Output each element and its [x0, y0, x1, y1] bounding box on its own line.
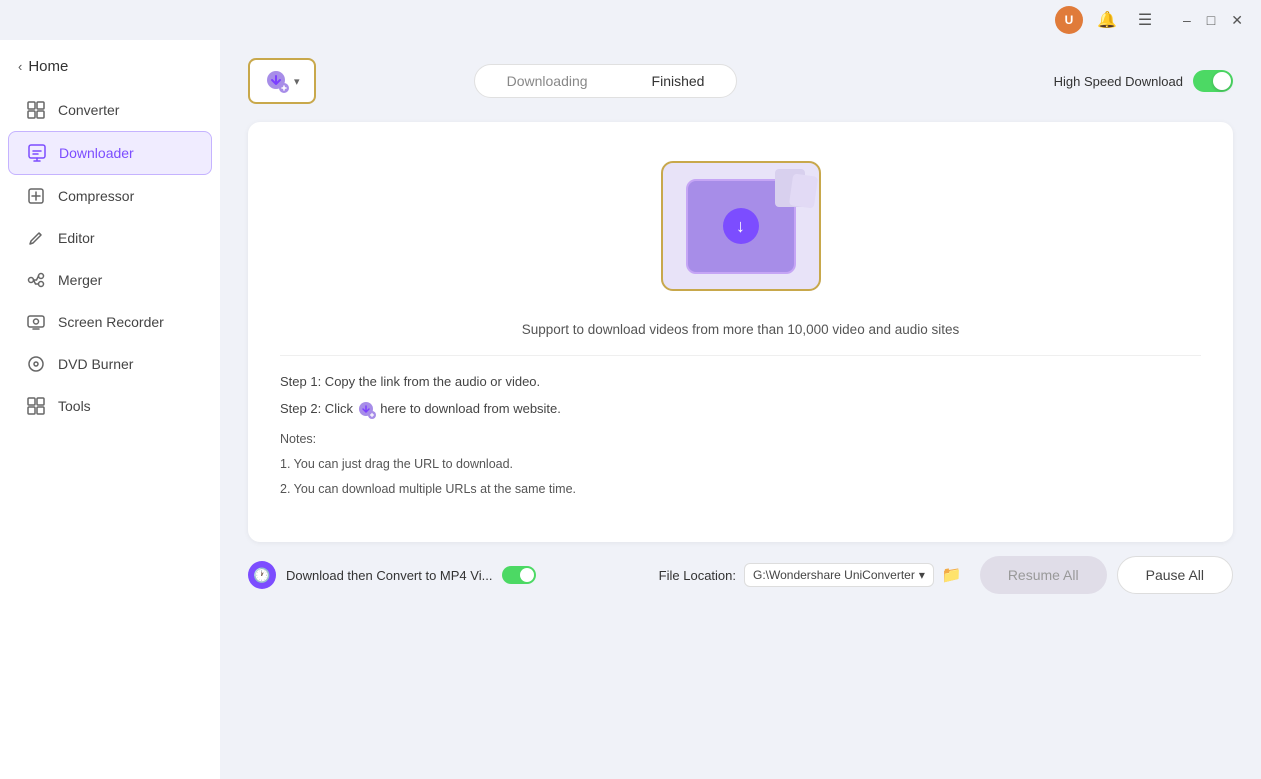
sidebar-item-dvd-burner[interactable]: DVD Burner — [8, 343, 212, 385]
chevron-icon: ▾ — [294, 75, 300, 88]
support-text: Support to download videos from more tha… — [280, 322, 1201, 337]
convert-toggle-row: 🕐 Download then Convert to MP4 Vi... — [248, 561, 641, 589]
tools-icon — [26, 396, 46, 416]
convert-toggle[interactable] — [502, 566, 536, 584]
doc-shape-2 — [788, 173, 817, 208]
app-body: ‹ Home Converter Downloader Compressor — [0, 40, 1261, 779]
sidebar-item-tools[interactable]: Tools — [8, 385, 212, 427]
convert-toggle-knob — [520, 568, 534, 582]
dvd-burner-label: DVD Burner — [58, 356, 133, 372]
notes-title: Notes: — [280, 429, 1201, 450]
tab-finished[interactable]: Finished — [620, 65, 737, 97]
compressor-icon — [26, 186, 46, 206]
step1-text: Step 1: Copy the link from the audio or … — [280, 370, 1201, 393]
home-label: Home — [28, 58, 68, 75]
tab-group: Downloading Finished — [474, 64, 738, 98]
location-chevron-icon: ▾ — [919, 568, 925, 582]
screen-recorder-icon — [26, 312, 46, 332]
instructions: Step 1: Copy the link from the audio or … — [280, 370, 1201, 505]
minimize-button[interactable]: – — [1177, 8, 1197, 32]
converter-label: Converter — [58, 102, 119, 118]
pause-all-button[interactable]: Pause All — [1117, 556, 1233, 594]
download-plus-icon — [264, 68, 290, 94]
user-avatar[interactable]: U — [1055, 6, 1083, 34]
converter-icon — [26, 100, 46, 120]
editor-label: Editor — [58, 230, 95, 246]
step2-text: Step 2: Click here to download from webs… — [280, 397, 1201, 420]
downloader-label: Downloader — [59, 145, 134, 161]
menu-button[interactable]: ☰ — [1131, 6, 1159, 34]
folder-illustration: ↓ — [641, 146, 841, 306]
maximize-button[interactable]: □ — [1201, 8, 1221, 32]
sidebar-item-downloader[interactable]: Downloader — [8, 131, 212, 175]
toggle-knob — [1213, 72, 1231, 90]
speed-label: High Speed Download — [1054, 74, 1183, 89]
sidebar-item-merger[interactable]: Merger — [8, 259, 212, 301]
compressor-label: Compressor — [58, 188, 134, 204]
bottom-bar: 🕐 Download then Convert to MP4 Vi... Fil… — [248, 542, 1233, 610]
close-button[interactable]: ✕ — [1225, 8, 1249, 33]
toolbar: ▾ Downloading Finished High Speed Downlo… — [248, 58, 1233, 104]
sidebar-item-compressor[interactable]: Compressor — [8, 175, 212, 217]
step2-suffix: here to download from website. — [380, 401, 561, 416]
notes: Notes: 1. You can just drag the URL to d… — [280, 429, 1201, 501]
speed-toggle-area: High Speed Download — [1054, 70, 1233, 92]
speed-toggle[interactable] — [1193, 70, 1233, 92]
file-location-label: File Location: — [659, 568, 736, 583]
sidebar-item-screen-recorder[interactable]: Screen Recorder — [8, 301, 212, 343]
screen-recorder-label: Screen Recorder — [58, 314, 164, 330]
note1: 1. You can just drag the URL to download… — [280, 454, 1201, 475]
folder-outer: ↓ — [661, 161, 821, 291]
dvd-burner-icon — [26, 354, 46, 374]
downloader-icon — [27, 143, 47, 163]
location-value: G:\Wondershare UniConverter — [753, 568, 915, 582]
bell-button[interactable]: 🔔 — [1093, 6, 1121, 34]
location-select[interactable]: G:\Wondershare UniConverter ▾ — [744, 563, 934, 587]
merger-icon — [26, 270, 46, 290]
editor-icon — [26, 228, 46, 248]
sidebar-item-converter[interactable]: Converter — [8, 89, 212, 131]
action-buttons: Resume All Pause All — [980, 556, 1233, 594]
sidebar: ‹ Home Converter Downloader Compressor — [0, 40, 220, 779]
file-location-row: File Location: G:\Wondershare UniConvert… — [659, 563, 962, 587]
step2-prefix: Step 2: Click — [280, 401, 353, 416]
back-home-button[interactable]: ‹ Home — [0, 48, 220, 89]
tools-label: Tools — [58, 398, 91, 414]
tab-downloading[interactable]: Downloading — [475, 65, 620, 97]
convert-label: Download then Convert to MP4 Vi... — [286, 568, 492, 583]
resume-all-button[interactable]: Resume All — [980, 556, 1107, 594]
merger-label: Merger — [58, 272, 102, 288]
illustration-area: ↓ — [280, 146, 1201, 306]
main-content: ▾ Downloading Finished High Speed Downlo… — [220, 40, 1261, 779]
titlebar: U 🔔 ☰ – □ ✕ — [0, 0, 1261, 40]
center-card: ↓ Support to download videos from more t… — [248, 122, 1233, 542]
add-download-button[interactable]: ▾ — [248, 58, 316, 104]
download-inline-icon — [357, 400, 377, 420]
sidebar-item-editor[interactable]: Editor — [8, 217, 212, 259]
open-folder-icon[interactable]: 📁 — [942, 565, 962, 585]
divider — [280, 355, 1201, 356]
back-arrow-icon: ‹ — [18, 59, 22, 74]
clock-icon: 🕐 — [248, 561, 276, 589]
note2: 2. You can download multiple URLs at the… — [280, 479, 1201, 500]
